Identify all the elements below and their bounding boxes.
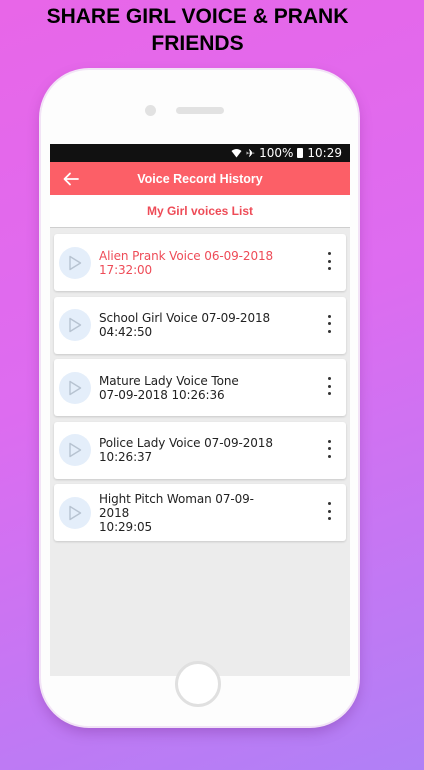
- recording-title: School Girl Voice 07-09-2018: [99, 311, 271, 325]
- page-title: Voice Record History: [137, 171, 263, 186]
- back-button[interactable]: [59, 167, 83, 191]
- recording-item[interactable]: School Girl Voice 07-09-2018 04:42:50: [54, 296, 346, 354]
- recordings-list: Alien Prank Voice 06-09-2018 17:32:00 Sc…: [50, 228, 350, 541]
- airplane-icon: ✈: [245, 146, 256, 160]
- recording-time: 17:32:00: [99, 262, 153, 277]
- recording-title: Hight Pitch Woman 07-09-2018: [99, 491, 254, 520]
- earpiece-speaker: [176, 107, 224, 114]
- more-options-button[interactable]: [325, 502, 333, 520]
- recording-label: Hight Pitch Woman 07-09-2018 10:29:05: [99, 492, 279, 534]
- recording-title: Mature Lady Voice Tone: [99, 373, 239, 388]
- phone-mockup: ✈ 100% 10:29 Voice Record History My Gir…: [41, 70, 358, 726]
- play-button[interactable]: [59, 246, 91, 279]
- recording-item[interactable]: Mature Lady Voice Tone 07-09-2018 10:26:…: [54, 359, 346, 416]
- promo-headline: SHARE GIRL VOICE & PRANK FRIENDS: [0, 3, 395, 57]
- more-options-button[interactable]: [325, 377, 333, 395]
- play-button[interactable]: [59, 371, 91, 404]
- wifi-icon: [231, 148, 242, 158]
- recording-time: 10:29:05: [99, 519, 153, 534]
- clock: 10:29: [307, 146, 342, 160]
- promo-line-2: FRIENDS: [151, 32, 244, 55]
- recording-label: Mature Lady Voice Tone 07-09-2018 10:26:…: [99, 374, 279, 402]
- front-camera: [145, 105, 156, 116]
- recording-item[interactable]: Police Lady Voice 07-09-2018 10:26:37: [54, 421, 346, 479]
- battery-level: 100%: [259, 146, 294, 160]
- recording-item[interactable]: Alien Prank Voice 06-09-2018 17:32:00: [54, 234, 346, 291]
- battery-icon: [297, 148, 304, 158]
- play-icon: [69, 505, 82, 520]
- more-options-button[interactable]: [325, 314, 333, 333]
- play-icon: [69, 442, 82, 458]
- status-bar: ✈ 100% 10:29: [50, 144, 350, 162]
- recording-title: Alien Prank Voice 06-09-2018: [99, 248, 274, 263]
- more-vert-icon: [327, 502, 331, 505]
- recording-title: Police Lady Voice 07-09-2018: [99, 436, 273, 450]
- play-icon: [69, 380, 82, 395]
- more-vert-icon: [327, 252, 331, 255]
- play-button[interactable]: [59, 309, 91, 341]
- recording-time: 07-09-2018 10:26:36: [99, 387, 225, 402]
- recording-time: 10:26:37: [99, 450, 153, 464]
- arrow-left-icon: [63, 172, 79, 186]
- recording-time: 04:42:50: [99, 325, 153, 339]
- home-button[interactable]: [175, 661, 221, 707]
- app-screen: ✈ 100% 10:29 Voice Record History My Gir…: [50, 144, 350, 676]
- recording-label: Alien Prank Voice 06-09-2018 17:32:00: [99, 249, 279, 277]
- more-vert-icon: [327, 439, 331, 443]
- promo-line-1: SHARE GIRL VOICE & PRANK: [46, 5, 349, 28]
- play-button[interactable]: [59, 434, 91, 466]
- more-options-button[interactable]: [325, 252, 333, 270]
- app-bar: Voice Record History: [50, 162, 350, 195]
- more-vert-icon: [327, 377, 331, 380]
- play-icon: [69, 255, 82, 270]
- recording-item[interactable]: Hight Pitch Woman 07-09-2018 10:29:05: [54, 484, 346, 541]
- more-vert-icon: [327, 314, 331, 318]
- more-options-button[interactable]: [325, 439, 333, 458]
- play-button[interactable]: [59, 496, 91, 529]
- list-title: My Girl voices List: [50, 195, 350, 228]
- recording-label: School Girl Voice 07-09-2018 04:42:50: [99, 311, 279, 339]
- play-icon: [69, 317, 82, 333]
- recording-label: Police Lady Voice 07-09-2018 10:26:37: [99, 436, 279, 464]
